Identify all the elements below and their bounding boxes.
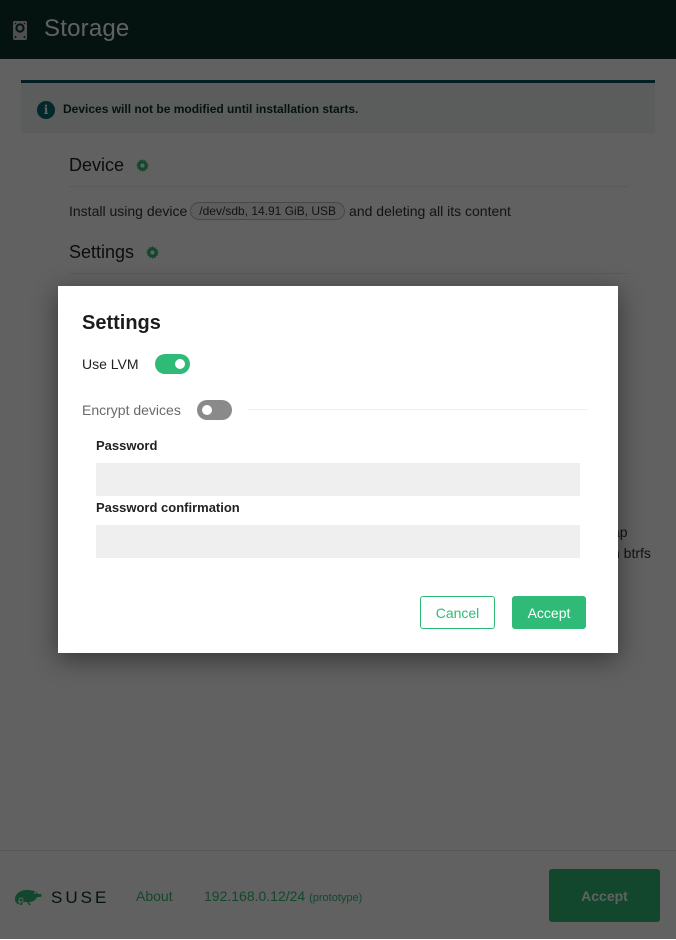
use-lvm-label: Use LVM <box>82 356 139 372</box>
encrypt-devices-label: Encrypt devices <box>82 402 181 418</box>
dialog-title: Settings <box>82 312 161 334</box>
settings-dialog: Settings Use LVM Encrypt devices Passwor… <box>58 286 618 653</box>
use-lvm-toggle[interactable] <box>155 354 190 374</box>
password-confirmation-label: Password confirmation <box>96 500 240 515</box>
encrypt-devices-toggle[interactable] <box>197 400 232 420</box>
password-input[interactable] <box>96 463 580 496</box>
accept-button[interactable]: Accept <box>512 596 586 629</box>
password-label: Password <box>96 438 158 453</box>
fieldset-divider <box>248 409 588 410</box>
toggle-knob <box>175 359 185 369</box>
toggle-knob <box>202 405 212 415</box>
password-confirmation-input[interactable] <box>96 525 580 558</box>
cancel-button[interactable]: Cancel <box>420 596 495 629</box>
